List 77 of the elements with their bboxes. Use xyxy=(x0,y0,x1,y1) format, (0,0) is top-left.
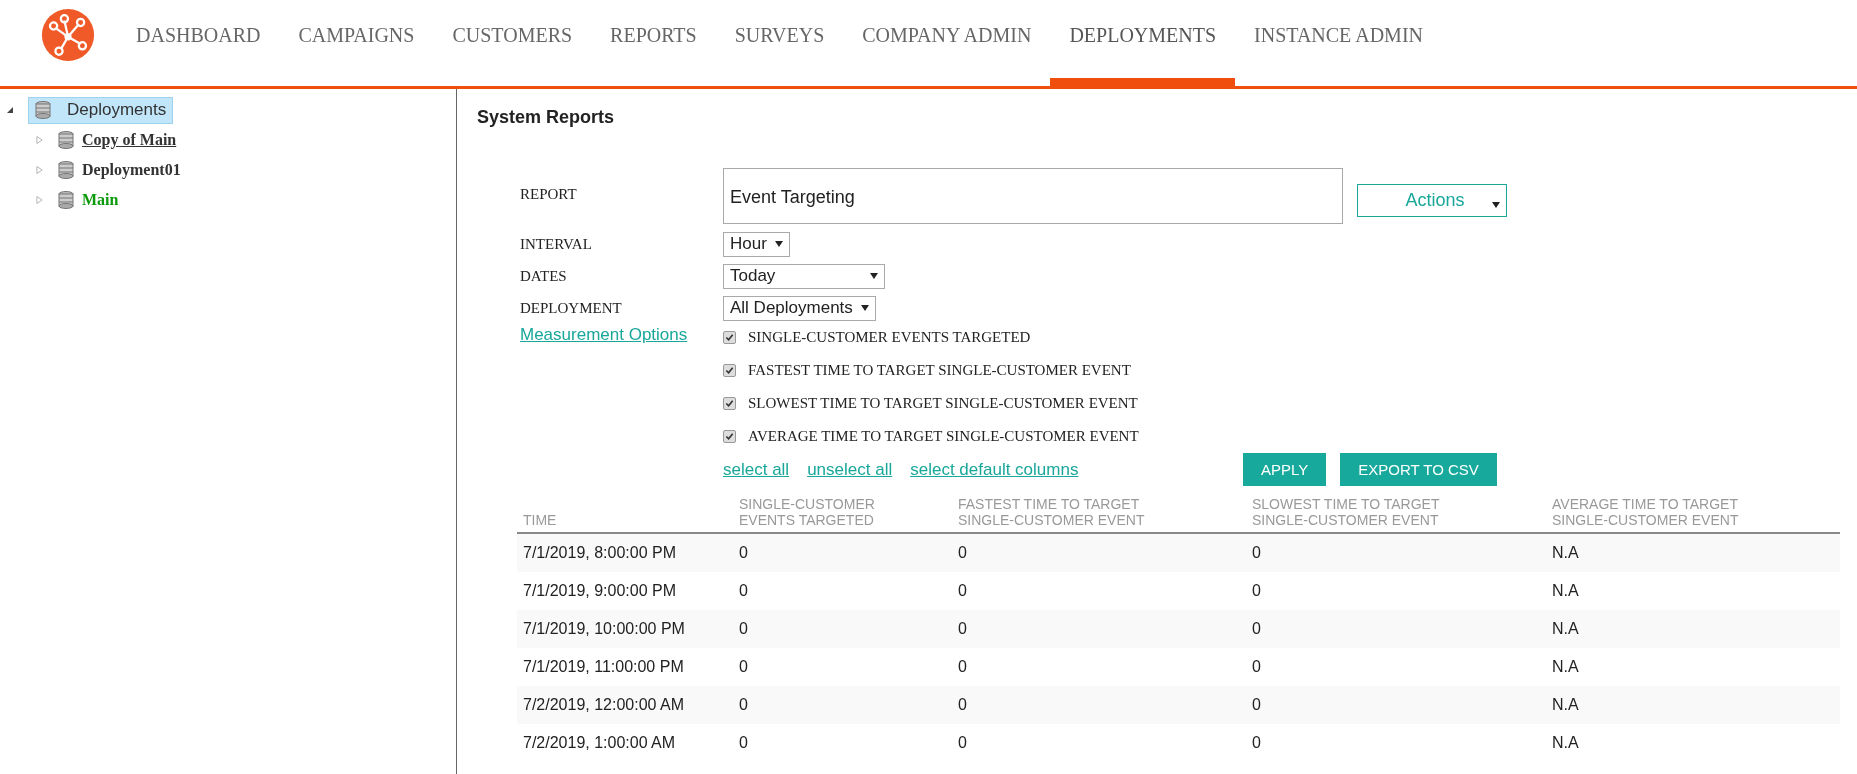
table-cell: N.A xyxy=(1546,686,1840,724)
option-label: FASTEST TIME TO TARGET SINGLE-CUSTOMER EVENT xyxy=(748,362,1131,379)
checkbox[interactable] xyxy=(723,331,736,344)
actions-dropdown[interactable]: Actions xyxy=(1357,184,1507,217)
nav-tab[interactable]: DEPLOYMENTS xyxy=(1050,0,1236,86)
tree-label: Deployments xyxy=(67,100,167,120)
caret-icon xyxy=(860,305,869,311)
table-cell: N.A xyxy=(1546,572,1840,610)
caret-icon xyxy=(870,273,878,279)
table-cell: N.A xyxy=(1546,610,1840,648)
caret-icon xyxy=(1492,201,1500,208)
table-cell: 0 xyxy=(733,610,952,648)
tree-item[interactable]: Main xyxy=(82,191,119,209)
checkbox[interactable] xyxy=(723,364,736,377)
table-cell: 7/2/2019, 1:00:00 AM xyxy=(517,724,733,762)
option-label: SINGLE-CUSTOMER EVENTS TARGETED xyxy=(748,329,1031,346)
select-dropdown[interactable]: Hour xyxy=(723,231,790,257)
option-label: SLOWEST TIME TO TARGET SINGLE-CUSTOMER EVENT xyxy=(748,395,1138,412)
nav-tab[interactable]: INSTANCE ADMIN xyxy=(1235,0,1442,86)
checkbox[interactable] xyxy=(723,397,736,410)
nav-tab[interactable]: COMPANY ADMIN xyxy=(843,0,1051,86)
nav-tab[interactable]: DASHBOARD xyxy=(117,0,280,86)
table-cell: 0 xyxy=(1246,610,1546,648)
select-link[interactable]: unselect all xyxy=(807,459,897,480)
table-cell: 0 xyxy=(733,533,952,572)
select-link[interactable]: select all xyxy=(723,459,794,480)
table-cell: N.A xyxy=(1546,648,1840,686)
table-cell: 0 xyxy=(952,724,1246,762)
measurement-options-link[interactable]: Measurement Options xyxy=(520,325,723,453)
table-cell: 7/1/2019, 8:00:00 PM xyxy=(517,533,733,572)
tree-item[interactable]: Deployment01 xyxy=(82,161,181,179)
table-cell: 0 xyxy=(733,572,952,610)
tree-node[interactable]: Deployments xyxy=(28,96,174,124)
action-button[interactable]: EXPORT TO CSV xyxy=(1340,453,1497,486)
table-cell: 0 xyxy=(952,686,1246,724)
table-cell: 7/1/2019, 11:00:00 PM xyxy=(517,648,733,686)
table-cell: 7/2/2019, 12:00:00 AM xyxy=(517,686,733,724)
report-label: REPORT xyxy=(520,185,578,203)
table-cell: 0 xyxy=(1246,686,1546,724)
table-cell: 0 xyxy=(1246,724,1546,762)
table-cell: 0 xyxy=(952,533,1246,572)
checkbox[interactable] xyxy=(723,430,736,443)
caret-icon xyxy=(774,241,783,247)
nav-tab[interactable]: CAMPAIGNS xyxy=(279,0,434,86)
select-dropdown[interactable]: Today xyxy=(723,263,885,289)
database-icon xyxy=(58,161,74,179)
table-cell: 0 xyxy=(733,724,952,762)
select-dropdown[interactable]: All Deployments xyxy=(723,295,876,321)
action-button[interactable]: APPLY xyxy=(1243,453,1327,486)
database-icon xyxy=(35,101,51,119)
table-cell: 7/1/2019, 10:00:00 PM xyxy=(517,610,733,648)
field-label: DEPLOYMENT xyxy=(520,299,623,317)
table-cell: 0 xyxy=(952,648,1246,686)
option-label: AVERAGE TIME TO TARGET SINGLE-CUSTOMER EVENT xyxy=(748,428,1139,445)
table-cell: N.A xyxy=(1546,533,1840,572)
nav-tab[interactable]: REPORTS xyxy=(591,0,716,86)
table-cell: 0 xyxy=(733,648,952,686)
field-label: DATES xyxy=(520,267,568,285)
logo-icon[interactable] xyxy=(41,8,95,62)
database-icon xyxy=(58,131,74,149)
table-cell: 0 xyxy=(952,572,1246,610)
table-cell: N.A xyxy=(1546,724,1840,762)
table-cell: 7/1/2019, 9:00:00 PM xyxy=(517,572,733,610)
page-title: System Reports xyxy=(477,107,616,128)
database-icon xyxy=(58,191,74,209)
field-label: INTERVAL xyxy=(520,235,593,253)
table-cell: 0 xyxy=(952,610,1246,648)
nav-tab[interactable]: CUSTOMERS xyxy=(433,0,592,86)
nav-tab[interactable]: SURVEYS xyxy=(715,0,844,86)
table-cell: 0 xyxy=(1246,572,1546,610)
table-cell: 0 xyxy=(733,686,952,724)
collapse-arrow-icon[interactable] xyxy=(6,106,16,114)
tree-item[interactable]: Copy of Main xyxy=(82,131,177,149)
select-link[interactable]: select default columns xyxy=(910,459,1083,480)
table-cell: 0 xyxy=(1246,648,1546,686)
report-field[interactable]: Event Targeting xyxy=(723,168,1343,224)
table-cell: 0 xyxy=(1246,533,1546,572)
